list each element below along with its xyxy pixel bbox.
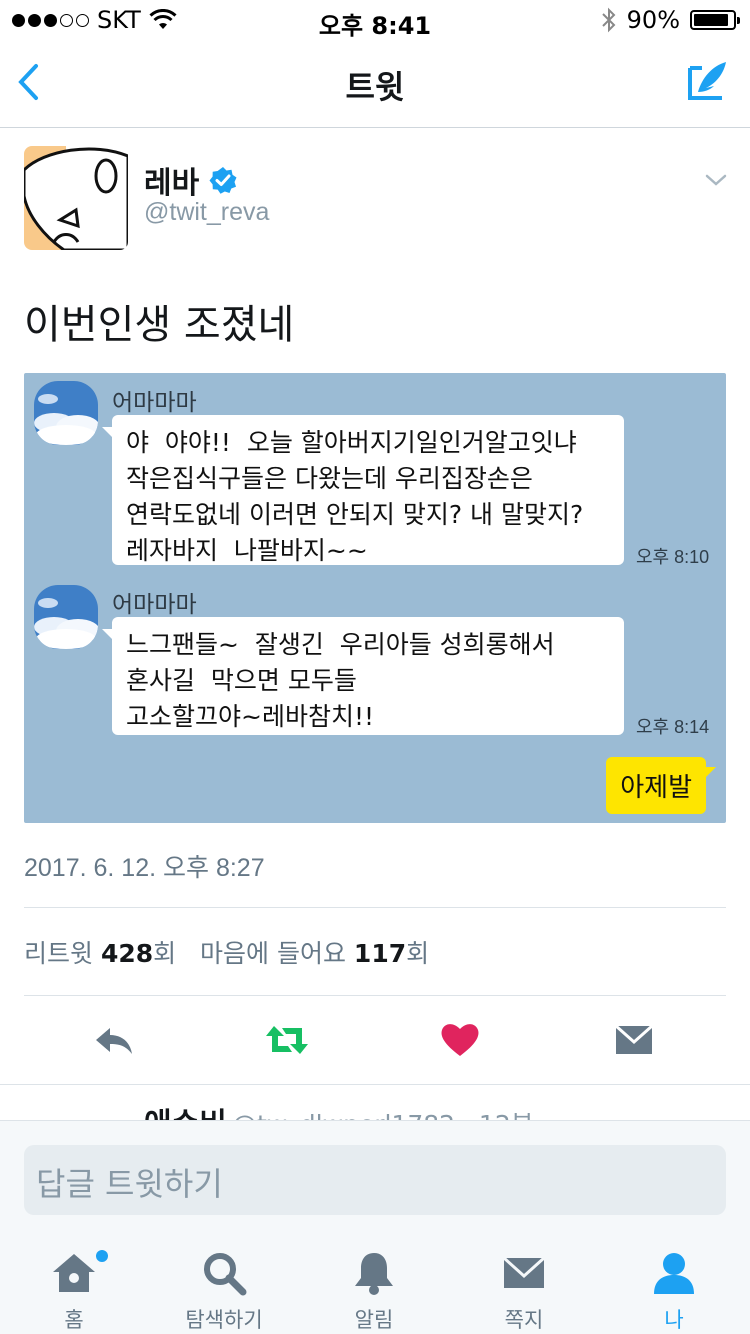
divider [24,907,726,908]
user-name[interactable]: 레바 [144,158,199,202]
divider [24,995,726,996]
like-count[interactable]: 117 [354,939,406,968]
reply-preview[interactable]: 애수비 @tw_dlwnerl1782 · 12분 [0,1084,750,1120]
bell-icon [355,1253,393,1295]
tweet-image[interactable]: 어마마마 야 야야!! 오늘 할아버지기일인거알고잇냐 작은집식구들은 다왔는데… [24,373,726,823]
reply-tweet-input[interactable]: 답글 트윗하기 [24,1145,726,1215]
chat-message-bubble: 느그팬들~ 잘생긴 우리아들 성희롱해서 혼사길 막으면 모두들 고소할끄야~레… [102,617,624,735]
battery-icon [690,10,740,30]
retweet-icon[interactable] [264,1020,310,1060]
tweet-text: 이번인생 조졌네 [24,302,295,348]
mail-icon [502,1256,546,1288]
direct-message-icon[interactable] [614,1020,654,1060]
reply-bar: 답글 트윗하기 [0,1120,750,1236]
reply-user-handle: @tw_dlwnerl1782 · 12분 [232,1105,534,1120]
tweet-stats: 리트윗 428회 마음에 들어요 117회 [24,934,429,970]
search-icon [204,1253,247,1296]
like-label: 마음에 들어요 [200,939,346,968]
compose-feather-icon[interactable] [684,58,728,104]
tab-label: 탐색하기 [185,1308,263,1332]
tweet-timestamp: 2017. 6. 12. 오후 8:27 [24,854,265,882]
avatar-cartoon-icon [24,146,128,250]
retweet-label: 리트윗 [24,939,94,968]
tab-label: 홈 [64,1308,84,1332]
page-title: 트윗 [345,68,405,106]
tab-me[interactable]: 나 [614,1250,734,1334]
tab-label: 알림 [354,1308,394,1332]
retweet-count-suffix: 회 [153,939,177,968]
bluetooth-icon [601,7,616,33]
heart-like-icon[interactable] [440,1020,480,1060]
my-reply-bubble: 아제발 [606,757,716,814]
tab-search[interactable]: 탐색하기 [164,1250,284,1334]
battery-percent: 90% [626,6,680,34]
chat-avatar-sky-icon [34,381,98,445]
tab-label: 쪽지 [504,1308,544,1332]
chat-message-bubble: 야 야야!! 오늘 할아버지기일인거알고잇냐 작은집식구들은 다왔는데 우리집장… [102,415,624,565]
tab-label: 나 [664,1308,684,1332]
person-icon [654,1253,694,1294]
navigation-bar: 트윗 [0,40,750,128]
chevron-down-icon[interactable] [704,168,728,192]
user-name-row: 레바 [144,158,237,202]
chat-sender-name: 어마마마 [112,390,197,416]
like-count-suffix: 회 [406,939,430,968]
reply-arrow-icon[interactable] [94,1020,134,1060]
user-avatar[interactable] [24,146,128,250]
status-right: 90% [601,6,740,34]
status-bar: SKT 오후 8:41 90% [0,0,750,40]
reply-user-name: 애수비 [144,1099,227,1120]
tweet-actions [0,1010,750,1074]
verified-badge-icon [209,167,237,194]
chat-message-time: 오후 8:10 [636,547,710,567]
chat-message-time: 오후 8:14 [636,717,710,737]
tab-messages[interactable]: 쪽지 [464,1250,584,1334]
tab-home[interactable]: 홈 [14,1250,134,1334]
chat-sender-name: 어마마마 [112,592,197,618]
notification-dot [96,1250,108,1262]
tab-bar: 홈 탐색하기 알림 쪽지 나 [0,1236,750,1334]
retweet-count[interactable]: 428 [101,939,153,968]
tab-notifications[interactable]: 알림 [314,1250,434,1334]
home-icon [53,1254,95,1292]
user-handle[interactable]: @twit_reva [144,198,269,227]
chat-avatar-sky-icon [34,585,98,649]
